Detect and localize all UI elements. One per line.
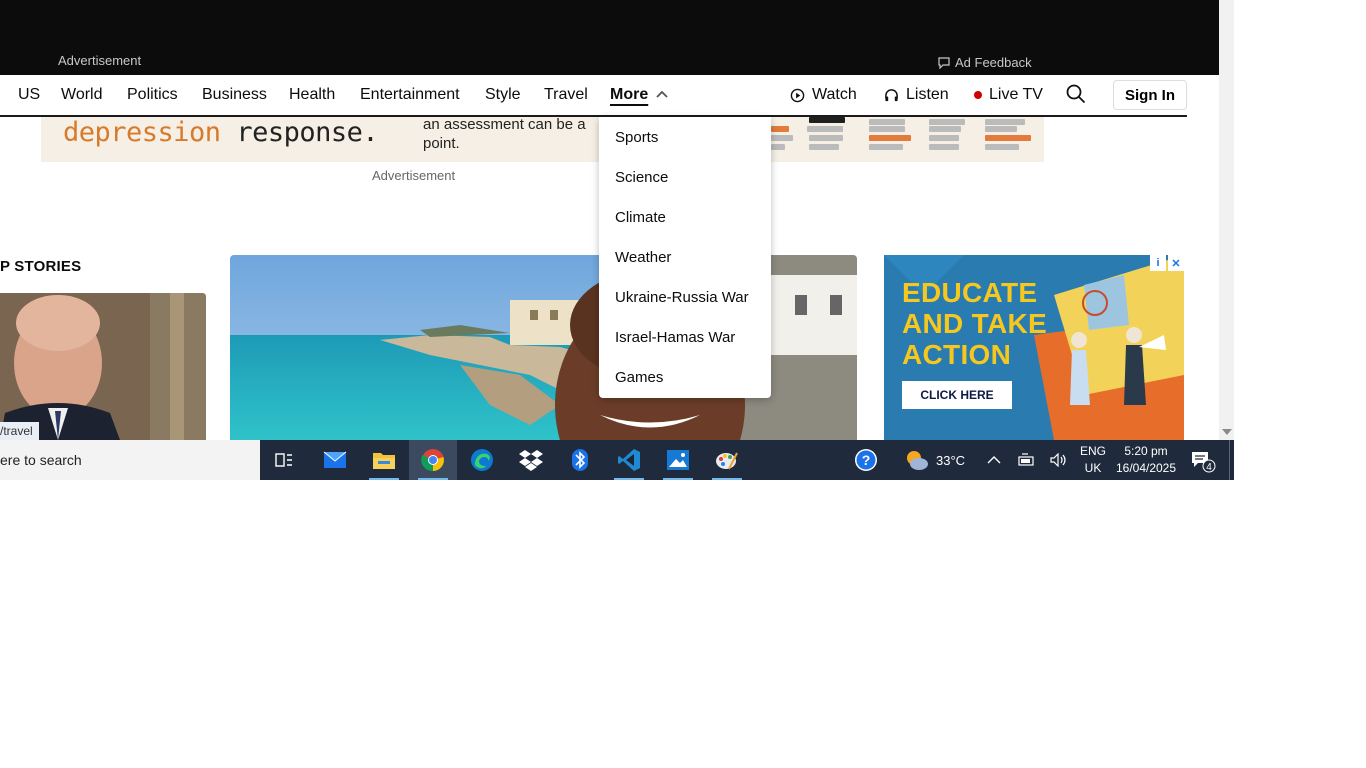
paint-running-indicator — [712, 478, 742, 480]
clock-date: 16/04/2025 — [1115, 461, 1177, 475]
nav-health[interactable]: Health — [289, 86, 335, 104]
banner-decoration — [771, 117, 1041, 162]
task-view-icon[interactable] — [264, 445, 304, 475]
notification-center-icon[interactable]: 4 — [1190, 449, 1216, 478]
nav-us[interactable]: US — [18, 86, 40, 104]
live-tv-label: Live TV — [989, 86, 1043, 103]
headphones-icon — [885, 88, 898, 101]
main-nav: US World Politics Business Health Entert… — [0, 75, 1187, 117]
banner-body-line-2: point. — [423, 135, 460, 152]
live-dot-icon — [974, 91, 982, 99]
file-explorer-icon[interactable] — [364, 445, 404, 480]
taskbar-search-placeholder: ere to search — [0, 452, 82, 468]
edge-icon[interactable] — [462, 445, 502, 475]
dropbox-icon[interactable] — [511, 445, 551, 475]
sign-in-button[interactable]: Sign In — [1113, 80, 1187, 110]
show-desktop-button[interactable] — [1229, 440, 1234, 480]
volume-icon[interactable] — [1050, 440, 1068, 480]
ad-feedback-link[interactable]: Ad Feedback — [938, 55, 1032, 70]
battery-icon[interactable] — [1018, 440, 1036, 480]
lang-line-2: UK — [1084, 461, 1102, 475]
right-ad-headline: EDUCATE AND TAKE ACTION — [902, 277, 1047, 370]
clock-time: 5:20 pm — [1124, 444, 1168, 458]
photos-running-indicator — [663, 478, 693, 480]
nav-travel[interactable]: Travel — [544, 86, 588, 104]
chevron-up-icon[interactable] — [656, 90, 668, 98]
chevron-up-tray-icon[interactable] — [987, 440, 1001, 480]
menu-item-climate[interactable]: Climate — [615, 209, 666, 226]
banner-ad[interactable]: depression response. an assessment can b… — [41, 117, 1044, 162]
ad-choice-controls: i ✕ — [1150, 255, 1184, 271]
partly-cloudy-icon — [907, 451, 928, 470]
banner-body: an assessment can be a point. — [423, 117, 586, 153]
story-card-image[interactable]: /travel — [0, 293, 206, 440]
advertisement-label: Advertisement — [58, 53, 142, 68]
feedback-icon — [938, 56, 950, 69]
top-stories-title: P STORIES — [0, 258, 82, 275]
nav-politics[interactable]: Politics — [127, 86, 178, 104]
search-icon[interactable] — [1066, 84, 1086, 104]
right-ad-headline-line-3: ACTION — [902, 339, 1012, 370]
photos-icon[interactable] — [658, 445, 698, 480]
weather-widget[interactable]: 33°C — [904, 440, 965, 480]
nav-business[interactable]: Business — [202, 86, 267, 104]
live-tv-link[interactable]: Live TV — [974, 86, 1043, 104]
scroll-down-arrow-icon[interactable] — [1222, 429, 1232, 435]
right-ad-headline-line-1: EDUCATE — [902, 277, 1038, 308]
browser-screen: Advertisement Ad Feedback depression res… — [0, 0, 1234, 480]
listen-label: Listen — [906, 86, 949, 103]
menu-item-games[interactable]: Games — [615, 369, 663, 386]
file-explorer-running-indicator — [369, 478, 399, 480]
menu-item-israel-hamas-war[interactable]: Israel-Hamas War — [615, 329, 735, 346]
nav-world[interactable]: World — [61, 86, 103, 104]
menu-item-sports[interactable]: Sports — [615, 129, 658, 146]
nav-entertainment[interactable]: Entertainment — [360, 86, 460, 104]
nav-style[interactable]: Style — [485, 86, 521, 104]
top-ad-bar: Advertisement Ad Feedback — [0, 0, 1219, 75]
taskbar-search-box[interactable]: ere to search — [0, 440, 260, 480]
portrait-photo — [0, 293, 206, 440]
banner-headline: depression response. — [63, 117, 379, 148]
play-circle-icon — [790, 88, 805, 102]
ad-close-icon[interactable]: ✕ — [1168, 255, 1184, 271]
advertisement-label-2: Advertisement — [372, 168, 456, 183]
input-language-indicator[interactable]: ENG UK — [1080, 443, 1106, 477]
listen-link[interactable]: Listen — [884, 86, 949, 104]
svg-text:?: ? — [862, 452, 871, 468]
vscode-icon[interactable] — [609, 445, 649, 480]
right-ad[interactable]: EDUCATE AND TAKE ACTION CLICK HERE i ✕ — [884, 255, 1184, 440]
help-icon[interactable]: ? — [846, 445, 886, 475]
right-ad-cta-button[interactable]: CLICK HERE — [902, 381, 1012, 409]
paint-icon[interactable] — [707, 445, 747, 480]
story-card-caption: /travel — [0, 422, 39, 440]
banner-body-line-1: an assessment can be a — [423, 117, 586, 133]
watch-link[interactable]: Watch — [790, 86, 857, 104]
ad-feedback-label: Ad Feedback — [955, 55, 1032, 70]
menu-item-ukraine-russia-war[interactable]: Ukraine-Russia War — [615, 289, 749, 306]
bluetooth-icon[interactable] — [560, 445, 600, 475]
right-ad-headline-line-2: AND TAKE — [902, 308, 1047, 339]
weather-temp: 33°C — [936, 452, 966, 468]
notification-count: 4 — [1206, 462, 1212, 473]
chrome-icon[interactable] — [409, 440, 457, 480]
banner-headline-word-2: response. — [236, 117, 379, 148]
menu-item-weather[interactable]: Weather — [615, 249, 671, 266]
banner-headline-word-1: depression — [63, 117, 221, 148]
mail-icon[interactable] — [315, 445, 355, 475]
vscode-running-indicator — [614, 478, 644, 480]
chrome-running-indicator — [418, 478, 448, 480]
watch-label: Watch — [812, 86, 857, 103]
adchoices-info-icon[interactable]: i — [1150, 255, 1166, 271]
windows-taskbar: ere to search ? 33°C ENG UK 5:20 pm 16/0… — [0, 440, 1234, 480]
taskbar-clock[interactable]: 5:20 pm 16/04/2025 — [1115, 443, 1177, 477]
nav-more[interactable]: More — [610, 86, 648, 104]
lang-line-1: ENG — [1080, 444, 1107, 458]
menu-item-science[interactable]: Science — [615, 169, 668, 186]
page-scrollbar[interactable] — [1219, 0, 1234, 440]
more-dropdown-menu: Sports Science Climate Weather Ukraine-R… — [599, 117, 771, 398]
